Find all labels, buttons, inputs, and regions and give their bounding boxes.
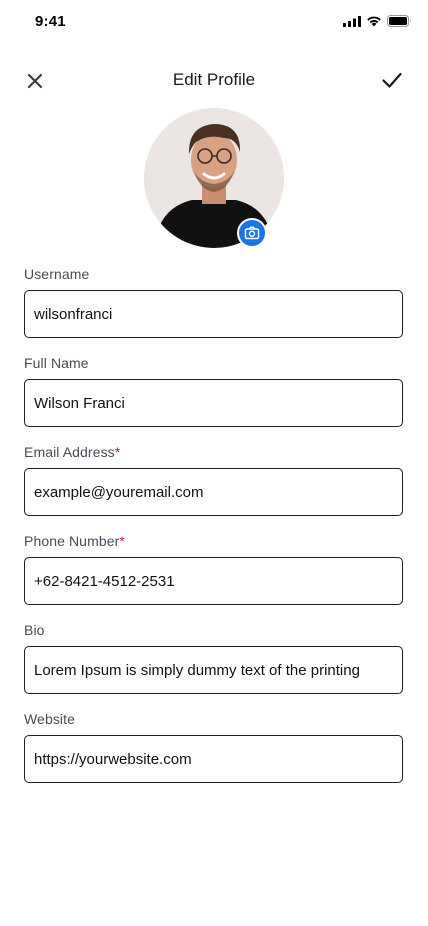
- camera-icon: [244, 226, 260, 240]
- battery-icon: [387, 15, 411, 27]
- bio-label: Bio: [24, 622, 45, 638]
- change-photo-button[interactable]: [237, 218, 267, 248]
- check-icon: [382, 72, 402, 88]
- signal-bars-icon: [343, 15, 361, 27]
- save-button[interactable]: [381, 69, 403, 91]
- phone-field-group: Phone Number*: [24, 532, 403, 605]
- email-field-group: Email Address*: [24, 443, 403, 516]
- required-marker: *: [119, 533, 125, 549]
- email-field[interactable]: [24, 468, 403, 516]
- username-label: Username: [24, 266, 90, 282]
- website-field-group: Website: [24, 710, 403, 783]
- app-header: Edit Profile: [0, 60, 428, 100]
- website-label: Website: [24, 711, 76, 727]
- profile-avatar-section: [144, 108, 284, 248]
- status-bar: 9:41: [0, 0, 428, 44]
- full-name-field[interactable]: [24, 379, 403, 427]
- full-name-label: Full Name: [24, 355, 89, 371]
- email-label: Email Address*: [24, 444, 121, 460]
- status-icons: [343, 15, 412, 27]
- website-field[interactable]: [24, 735, 403, 783]
- wifi-icon: [367, 16, 381, 27]
- bio-field-group: Bio: [24, 621, 403, 694]
- phone-field[interactable]: [24, 557, 403, 605]
- username-field-group: Username: [24, 265, 403, 338]
- bio-field[interactable]: [24, 646, 403, 694]
- full-name-field-group: Full Name: [24, 354, 403, 427]
- required-marker: *: [114, 444, 121, 460]
- page-title: Edit Profile: [172, 70, 256, 89]
- username-field[interactable]: [24, 290, 403, 338]
- status-time: 9:41: [35, 13, 66, 30]
- phone-label: Phone Number*: [24, 533, 125, 549]
